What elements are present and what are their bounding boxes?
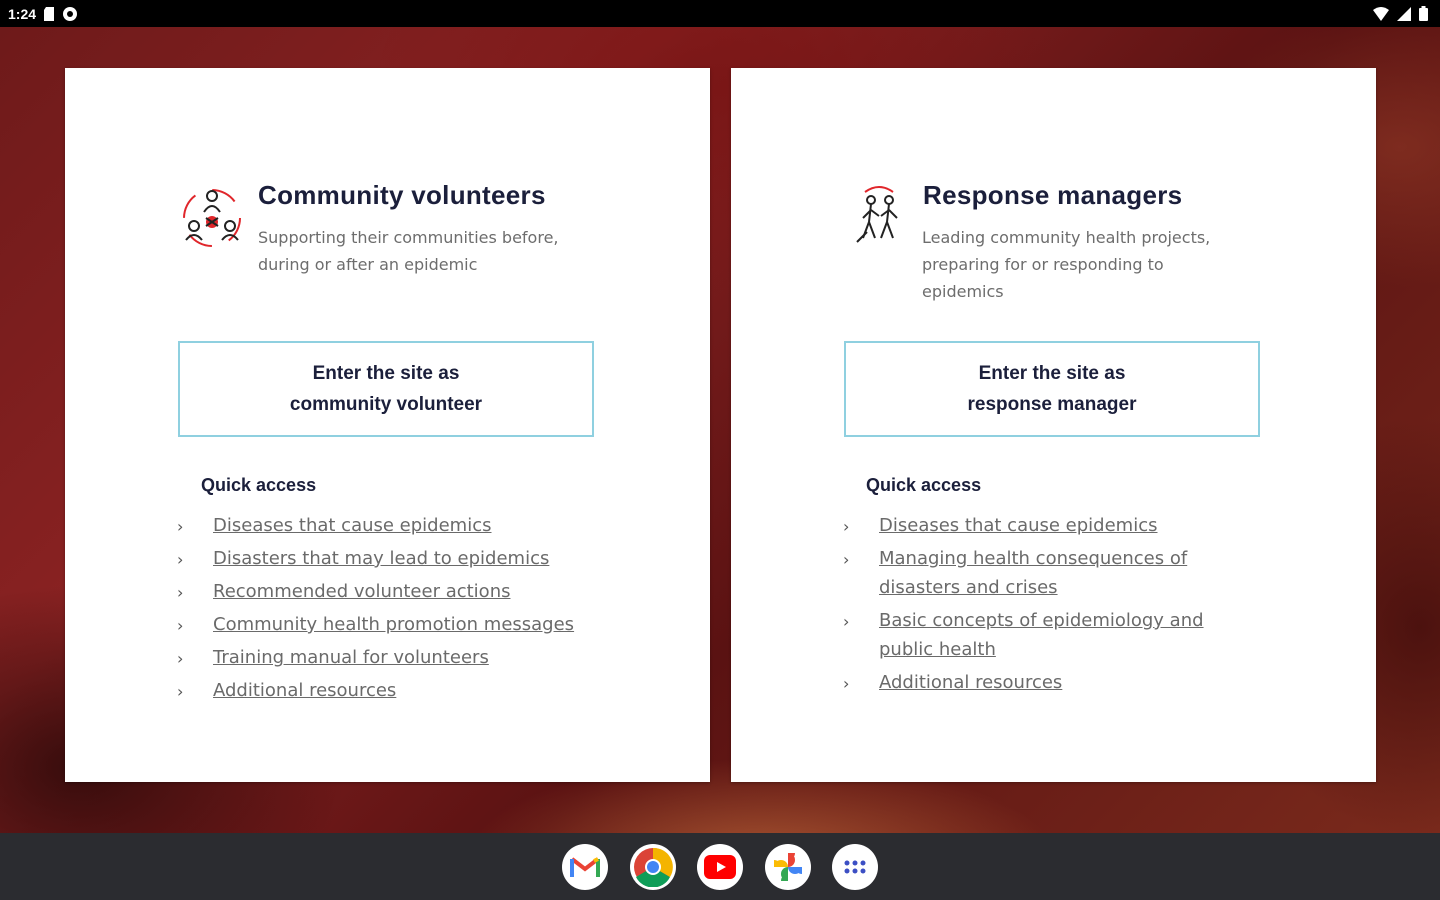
- card-title: Response managers: [923, 180, 1183, 210]
- enter-as-manager-button[interactable]: Enter the site as response manager: [844, 341, 1260, 437]
- list-item: › Managing health consequences of disaste…: [843, 544, 1243, 602]
- button-label-line2: community volunteer: [289, 394, 483, 415]
- quick-link-additional-resources[interactable]: Additional resources: [213, 680, 396, 701]
- chevron-right-icon: ›: [177, 649, 184, 668]
- card-description: Supporting their communities before, dur…: [258, 228, 559, 274]
- status-right: [1373, 6, 1428, 21]
- cell-signal-icon: [1397, 6, 1411, 21]
- quick-access-list: › Diseases that cause epidemics › Managing…: [843, 511, 1243, 701]
- status-bar: 1:24: [0, 0, 1440, 27]
- quick-access-list: › Diseases that cause epidemics › Disaster…: [177, 511, 577, 709]
- app-dock: [0, 833, 1440, 900]
- settings-notification-icon: [63, 6, 78, 21]
- sd-card-icon: [44, 6, 55, 21]
- photos-icon[interactable]: [765, 844, 811, 890]
- quick-link-additional-resources[interactable]: Additional resources: [879, 672, 1062, 693]
- chevron-right-icon: ›: [177, 517, 184, 536]
- gmail-icon[interactable]: [562, 844, 608, 890]
- chevron-right-icon: ›: [177, 682, 184, 701]
- response-managers-icon: [856, 186, 898, 243]
- card-description: Leading community health projects, prepa…: [922, 228, 1211, 301]
- button-label: Enter the site as response manager: [968, 358, 1137, 420]
- button-label-line2: response manager: [967, 394, 1137, 415]
- list-item: › Diseases that cause epidemics: [177, 511, 577, 540]
- button-label-line1: Enter the site as: [312, 363, 460, 384]
- list-item: › Disasters that may lead to epidemics: [177, 544, 577, 573]
- quick-link-volunteer-actions[interactable]: Recommended volunteer actions: [213, 581, 510, 602]
- status-time: 1:24: [8, 5, 37, 22]
- quick-access-title: Quick access: [201, 475, 317, 495]
- quick-link-disasters[interactable]: Disasters that may lead to epidemics: [213, 548, 549, 569]
- button-label: Enter the site as community volunteer: [290, 358, 482, 420]
- quick-link-diseases[interactable]: Diseases that cause epidemics: [213, 515, 492, 536]
- enter-as-volunteer-button[interactable]: Enter the site as community volunteer: [178, 341, 594, 437]
- chevron-right-icon: ›: [843, 517, 850, 536]
- chevron-right-icon: ›: [177, 550, 184, 569]
- community-volunteers-icon: [183, 189, 241, 247]
- status-left: 1:24: [8, 6, 78, 22]
- button-label-line1: Enter the site as: [978, 363, 1126, 384]
- youtube-icon[interactable]: [697, 844, 743, 890]
- quick-link-health-promotion[interactable]: Community health promotion messages: [213, 614, 574, 635]
- chevron-right-icon: ›: [843, 674, 850, 693]
- quick-link-training-manual[interactable]: Training manual for volunteers: [213, 647, 489, 668]
- card-title: Community volunteers: [258, 180, 546, 210]
- community-volunteers-card: Community volunteers Supporting their co…: [65, 68, 710, 782]
- quick-access-title: Quick access: [866, 475, 982, 495]
- list-item: › Recommended volunteer actions: [177, 577, 577, 606]
- quick-link-epidemiology[interactable]: Basic concepts of epidemiology and publi…: [879, 610, 1204, 660]
- list-item: › Additional resources: [843, 668, 1243, 697]
- quick-link-diseases[interactable]: Diseases that cause epidemics: [879, 515, 1158, 536]
- list-item: › Additional resources: [177, 676, 577, 705]
- chevron-right-icon: ›: [843, 612, 850, 631]
- wifi-icon: [1373, 6, 1389, 21]
- chevron-right-icon: ›: [843, 550, 850, 569]
- app-drawer-icon[interactable]: [832, 844, 878, 890]
- list-item: › Training manual for volunteers: [177, 643, 577, 672]
- chevron-right-icon: ›: [177, 583, 184, 602]
- list-item: › Diseases that cause epidemics: [843, 511, 1243, 540]
- quick-link-managing-consequences[interactable]: Managing health consequences of disaster…: [879, 548, 1187, 598]
- response-managers-card: Response managers Leading community heal…: [731, 68, 1376, 782]
- list-item: › Community health promotion messages: [177, 610, 577, 639]
- battery-icon: [1419, 6, 1428, 21]
- list-item: › Basic concepts of epidemiology and publ…: [843, 606, 1243, 664]
- chrome-icon[interactable]: [630, 844, 676, 890]
- chevron-right-icon: ›: [177, 616, 184, 635]
